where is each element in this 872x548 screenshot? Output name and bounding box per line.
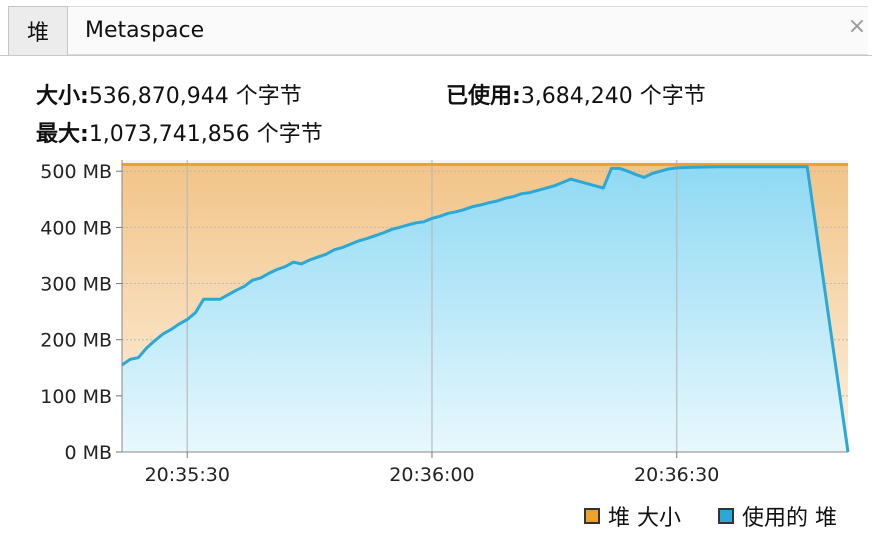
legend-heap-size-swatch: [584, 508, 600, 524]
used-stat: 已使用:3,684,240 个字节: [446, 78, 706, 110]
tab-heap[interactable]: 堆: [8, 6, 68, 55]
size-value: 536,870,944 个字节: [88, 84, 302, 109]
tab-bar: 堆 Metaspace ×: [0, 0, 872, 56]
size-label: 大小:: [36, 84, 89, 109]
x-tick-label: 20:36:00: [389, 464, 474, 486]
size-stat: 大小:536,870,944 个字节: [36, 78, 302, 110]
y-tick-label: 0 MB: [64, 442, 112, 464]
y-tick-label: 300 MB: [40, 274, 112, 296]
y-tick-label: 100 MB: [40, 386, 112, 408]
x-tick-label: 20:35:30: [145, 464, 230, 486]
max-label: 最大:: [36, 122, 89, 147]
tab-metaspace[interactable]: Metaspace: [68, 6, 868, 55]
close-icon[interactable]: ×: [846, 16, 868, 38]
used-value: 3,684,240 个字节: [520, 84, 706, 109]
legend-used-heap: 使用的 堆: [718, 502, 837, 531]
legend-heap-size-label: 堆 大小: [608, 506, 681, 531]
legend-used-heap-swatch: [718, 508, 734, 524]
x-tick-label: 20:36:30: [634, 464, 719, 486]
max-stat: 最大:1,073,741,856 个字节: [36, 116, 323, 148]
y-tick-label: 200 MB: [40, 330, 112, 352]
used-label: 已使用:: [446, 84, 521, 109]
legend-used-heap-label: 使用的 堆: [742, 506, 837, 531]
max-value: 1,073,741,856 个字节: [88, 122, 323, 147]
y-tick-label: 500 MB: [40, 161, 112, 183]
heap-chart: 0 MB 100 MB 200 MB 300 MB 400 MB 500 MB 20:35…: [40, 160, 850, 486]
y-tick-label: 400 MB: [40, 217, 112, 239]
legend-heap-size: 堆 大小: [584, 502, 681, 531]
